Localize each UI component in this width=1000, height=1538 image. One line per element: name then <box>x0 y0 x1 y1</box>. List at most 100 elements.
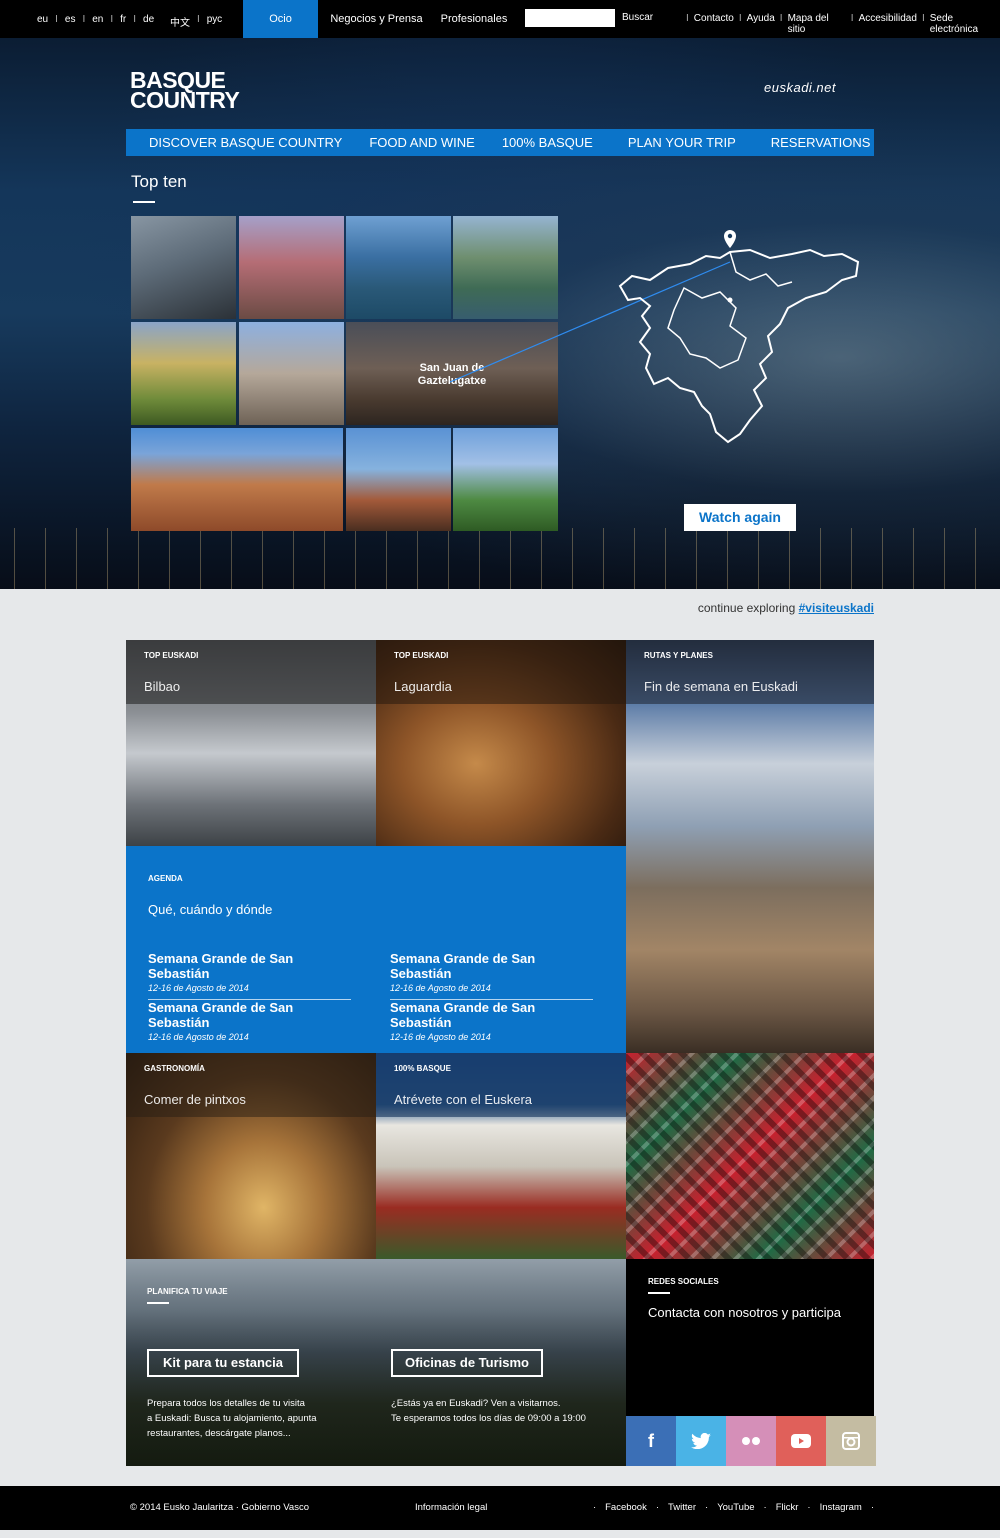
card-kicker: TOP EUSKADI <box>394 651 449 660</box>
topten-tile-old-town[interactable] <box>131 428 343 531</box>
link-accesibilidad[interactable]: Accesibilidad <box>859 13 917 35</box>
tab-profesionales[interactable]: Profesionales <box>435 0 513 38</box>
link-ayuda[interactable]: Ayuda <box>747 13 775 35</box>
separator: · <box>655 1502 660 1513</box>
youtube-icon <box>791 1434 811 1448</box>
nav-100-basque[interactable]: 100% BASQUE <box>502 135 593 150</box>
search-button[interactable]: Buscar <box>622 12 653 23</box>
topten-tile-vitoria[interactable] <box>239 216 344 319</box>
nav-discover[interactable]: DISCOVER BASQUE COUNTRY <box>149 135 342 150</box>
footer-social-links: · Facebook · Twitter · YouTube · Flickr … <box>593 1502 874 1513</box>
event-title: Semana Grande de San Sebastián <box>390 1000 536 1030</box>
instagram-icon <box>842 1432 860 1450</box>
tab-ocio[interactable]: Ocio <box>243 0 318 38</box>
lang-en[interactable]: en <box>92 14 103 25</box>
separator: I <box>82 14 86 25</box>
card-laguardia[interactable]: TOP EUSKADI Laguardia <box>376 640 626 846</box>
euskadi-net-logo[interactable]: euskadi.net <box>764 80 836 95</box>
continue-exploring: continue exploring #visiteuskadi <box>698 601 874 615</box>
footer-link-facebook[interactable]: Facebook <box>605 1502 647 1513</box>
separator: I <box>779 13 783 24</box>
lang-fr[interactable]: fr <box>120 14 126 25</box>
link-mapa-sitio[interactable]: Mapa del sitio <box>788 13 846 35</box>
oficinas-desc-line: ¿Estás ya en Euskadi? Ven a visitarnos. <box>391 1398 561 1409</box>
agenda-event[interactable]: Semana Grande de San Sebastián 12-16 de … <box>148 1000 351 1042</box>
agenda-event[interactable]: Semana Grande de San Sebastián 12-16 de … <box>148 951 351 1000</box>
language-switcher: eu I es I en I fr I de <box>37 14 154 25</box>
separator: I <box>55 14 58 25</box>
card-title: Laguardia <box>394 679 452 694</box>
event-title: Semana Grande de San Sebastián <box>148 951 294 981</box>
topten-tile-temple[interactable] <box>131 322 236 425</box>
youtube-button[interactable] <box>776 1416 826 1466</box>
oficinas-desc-line: Te esperamos todos los días de 09:00 a 1… <box>391 1413 586 1424</box>
instagram-button[interactable] <box>826 1416 876 1466</box>
separator: · <box>763 1502 767 1513</box>
card-title: Comer de pintxos <box>144 1092 246 1107</box>
lang-zh[interactable]: 中文 <box>170 14 190 29</box>
lang-ru[interactable]: рус <box>207 14 222 29</box>
event-date: 12-16 de Agosto de 2014 <box>390 1032 491 1042</box>
card-bilbao[interactable]: TOP EUSKADI Bilbao <box>126 640 376 846</box>
event-date: 12-16 de Agosto de 2014 <box>148 983 249 993</box>
city-lights-background <box>0 528 1000 589</box>
footer-link-instagram[interactable]: Instagram <box>820 1502 862 1513</box>
flickr-button[interactable] <box>726 1416 776 1466</box>
map-dot <box>727 297 733 303</box>
link-contacto[interactable]: Contacto <box>694 13 734 35</box>
basque-country-map[interactable] <box>610 228 870 448</box>
map-pin-icon <box>724 230 736 248</box>
topten-tile-donostia[interactable] <box>346 216 451 319</box>
topten-tile-bridge[interactable] <box>346 428 451 531</box>
search-input[interactable] <box>525 9 615 27</box>
lang-de[interactable]: de <box>143 14 154 25</box>
card-header-band <box>376 640 626 704</box>
main-nav: DISCOVER BASQUE COUNTRY FOOD AND WINE 10… <box>126 129 874 156</box>
oficinas-description: ¿Estás ya en Euskadi? Ven a visitarnos. … <box>391 1396 621 1426</box>
event-date: 12-16 de Agosto de 2014 <box>148 1032 249 1042</box>
agenda-event[interactable]: Semana Grande de San Sebastián 12-16 de … <box>390 1000 593 1042</box>
link-sede-electronica[interactable]: Sede electrónica <box>930 13 1000 35</box>
lang-es[interactable]: es <box>65 14 76 25</box>
hashtag-link[interactable]: #visiteuskadi <box>799 601 874 615</box>
title-underline <box>648 1292 670 1294</box>
twitter-icon <box>691 1433 711 1449</box>
nav-plan-trip[interactable]: PLAN YOUR TRIP <box>628 135 736 150</box>
basque-country-logo[interactable]: BASQUE COUNTRY <box>130 69 240 112</box>
social-kicker: REDES SOCIALES <box>648 1277 719 1286</box>
lang-eu[interactable]: eu <box>37 14 48 25</box>
topten-tile-guggenheim[interactable] <box>131 216 236 319</box>
facebook-button[interactable]: f <box>626 1416 676 1466</box>
twitter-button[interactable] <box>676 1416 726 1466</box>
footer-link-flickr[interactable]: Flickr <box>776 1502 799 1513</box>
top-bar: eu I es I en I fr I de 中文 I рус Ocio Negocios… <box>0 0 1000 38</box>
footer-link-twitter[interactable]: Twitter <box>668 1502 696 1513</box>
topten-title: Top ten <box>131 172 187 191</box>
card-gastronomia[interactable]: GASTRONOMÍA Comer de pintxos <box>126 1053 376 1259</box>
tab-negocios-prensa[interactable]: Negocios y Prensa <box>325 0 428 38</box>
facebook-icon: f <box>648 1430 654 1451</box>
kit-estancia-button[interactable]: Kit para tu estancia <box>147 1349 299 1377</box>
separator: I <box>133 14 137 25</box>
nav-reservations[interactable]: RESERVATIONS <box>771 135 871 150</box>
utility-links: I Contacto I Ayuda I Mapa del sitio I Accesi… <box>686 13 1000 35</box>
card-basque-pattern-illustration[interactable] <box>626 1053 874 1259</box>
card-100-basque[interactable]: 100% BASQUE Atrévete con el Euskera <box>376 1053 626 1259</box>
agenda-kicker: AGENDA <box>148 874 183 883</box>
map-province-border <box>729 251 793 287</box>
watch-again-button[interactable]: Watch again <box>684 504 796 531</box>
oficinas-turismo-button[interactable]: Oficinas de Turismo <box>391 1349 543 1377</box>
language-switcher-other: 中文 I рус <box>170 14 222 29</box>
card-kicker: RUTAS Y PLANES <box>644 651 713 660</box>
card-rutas[interactable]: RUTAS Y PLANES Fin de semana en Euskadi <box>626 640 874 1053</box>
topten-tile-sanctuary[interactable] <box>239 322 344 425</box>
footer-link-youtube[interactable]: YouTube <box>717 1502 754 1513</box>
kit-description: Prepara todos los detalles de tu visita … <box>147 1396 347 1441</box>
topten-tile-villa[interactable] <box>453 428 558 531</box>
separator: · <box>705 1502 709 1513</box>
legal-link[interactable]: Información legal <box>415 1502 487 1513</box>
continue-text: continue exploring <box>697 601 796 615</box>
nav-food-wine[interactable]: FOOD AND WINE <box>369 135 474 150</box>
copyright: © 2014 Eusko Jaularitza · Gobierno Vasco <box>130 1502 309 1513</box>
agenda-event[interactable]: Semana Grande de San Sebastián 12-16 de … <box>390 951 593 1000</box>
